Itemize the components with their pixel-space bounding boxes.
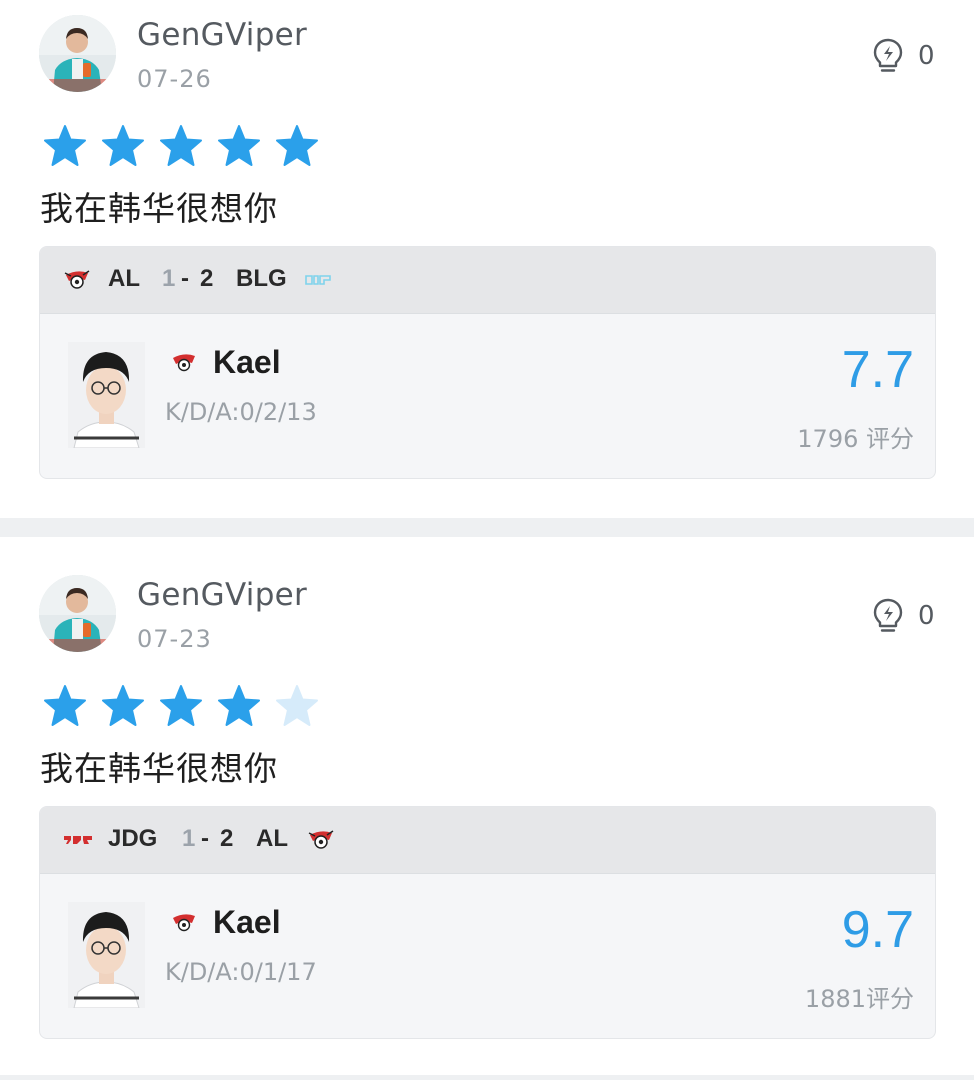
al-team-logo-icon	[173, 914, 195, 932]
player-score: 7.7	[841, 341, 914, 399]
player-name[interactable]: Kael	[213, 344, 281, 381]
player-name[interactable]: Kael	[213, 904, 281, 941]
star-icon	[44, 685, 86, 726]
star-empty-icon	[276, 685, 319, 726]
match-header: AL 1 - 2 BLG	[40, 247, 935, 314]
al-team-logo-icon	[173, 354, 195, 372]
like-button[interactable]: 0	[872, 38, 935, 74]
star-icon	[160, 685, 203, 726]
star-icon	[44, 125, 86, 166]
vote-count: 1796 评分	[797, 425, 914, 453]
team-left[interactable]: AL	[108, 265, 140, 293]
post-date: 07-23	[137, 625, 212, 653]
bottom-separator	[0, 1075, 974, 1080]
user-avatar[interactable]	[39, 575, 116, 652]
username[interactable]: GenGViper	[137, 577, 307, 613]
al-team-logo-icon	[64, 270, 90, 289]
player-kda: K/D/A:0/2/13	[165, 398, 317, 426]
score-left: 1	[182, 825, 196, 852]
score-separator: -	[201, 825, 209, 852]
team-left[interactable]: JDG	[108, 825, 157, 853]
like-count: 0	[918, 41, 935, 71]
jdg-team-logo-icon	[64, 836, 92, 844]
match-card[interactable]: AL 1 - 2 BLG Kael K/D/A:0/2/13 7.7 1796 …	[39, 246, 936, 479]
lightbulb-icon	[873, 38, 903, 72]
score-left: 1	[162, 265, 176, 292]
like-button[interactable]: 0	[872, 598, 935, 634]
team-right[interactable]: BLG	[236, 265, 287, 293]
player-row: Kael K/D/A:0/2/13 7.7 1796 评分	[40, 314, 935, 478]
lightbulb-icon	[873, 598, 903, 632]
score-separator: -	[181, 265, 189, 292]
star-icon	[102, 685, 145, 726]
post-separator	[0, 518, 974, 537]
al-team-logo-icon	[308, 830, 334, 849]
like-count: 0	[918, 601, 935, 631]
team-right[interactable]: AL	[256, 825, 288, 853]
post-date: 07-26	[137, 65, 212, 93]
star-icon	[160, 125, 203, 166]
player-score: 9.7	[841, 901, 914, 959]
comment-text: 我在韩华很想你	[40, 749, 278, 788]
comment-text: 我在韩华很想你	[40, 189, 278, 228]
star-rating	[43, 684, 328, 728]
star-icon	[102, 125, 145, 166]
blg-team-logo-icon	[305, 275, 331, 285]
star-icon	[276, 125, 319, 166]
review-post: GenGViper 07-26 0 我在韩华很想你 AL 1 - 2 BLG K…	[0, 0, 974, 518]
score-right: 2	[200, 265, 214, 292]
player-photo[interactable]	[68, 342, 145, 449]
review-post: GenGViper 07-23 0 我在韩华很想你 JDG 1 - 2 AL K…	[0, 537, 974, 1080]
star-icon	[218, 125, 261, 166]
star-icon	[218, 685, 261, 726]
star-rating	[43, 124, 328, 168]
match-header: JDG 1 - 2 AL	[40, 807, 935, 874]
vote-count: 1881评分	[804, 985, 914, 1013]
score-right: 2	[220, 825, 234, 852]
player-photo[interactable]	[68, 902, 145, 1009]
username[interactable]: GenGViper	[137, 17, 307, 53]
user-avatar[interactable]	[39, 15, 116, 92]
match-card[interactable]: JDG 1 - 2 AL Kael K/D/A:0/1/17 9.7 1881评…	[39, 806, 936, 1039]
player-row: Kael K/D/A:0/1/17 9.7 1881评分	[40, 874, 935, 1038]
player-kda: K/D/A:0/1/17	[165, 958, 317, 986]
